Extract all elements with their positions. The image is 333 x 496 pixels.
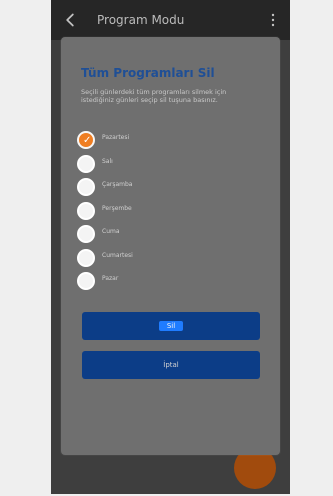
day-label: Cuma bbox=[102, 228, 120, 235]
day-item-pazar[interactable]: Pazar bbox=[77, 272, 267, 296]
day-label: Pazartesi bbox=[102, 134, 130, 141]
delete-button[interactable]: Sil bbox=[82, 312, 260, 340]
radio-button[interactable] bbox=[77, 201, 95, 220]
day-label: Pazar bbox=[102, 275, 119, 282]
day-list: ✓ Pazartesi Salı Çarşamba Perşembe Cuma … bbox=[77, 131, 267, 296]
radio-button[interactable] bbox=[77, 272, 95, 290]
radio-button[interactable] bbox=[77, 154, 95, 173]
radio-button-selected[interactable]: ✓ bbox=[77, 131, 95, 149]
day-item-sali[interactable]: Salı bbox=[77, 154, 267, 179]
day-label: Çarşamba bbox=[102, 181, 133, 188]
dialog-description: Seçili günlerdeki tüm programları silmek… bbox=[81, 88, 227, 104]
day-label: Perşembe bbox=[102, 204, 132, 212]
dialog-title: Tüm Programları Sil bbox=[81, 66, 215, 80]
radio-button[interactable] bbox=[77, 248, 95, 267]
cancel-button[interactable]: İptal bbox=[82, 351, 260, 379]
radio-button[interactable] bbox=[77, 178, 95, 196]
day-item-cumartesi[interactable]: Cumartesi bbox=[77, 248, 267, 273]
day-item-pazartesi[interactable]: ✓ Pazartesi bbox=[77, 131, 267, 155]
check-icon: ✓ bbox=[83, 135, 92, 146]
screen: Program Modu Tüm Programları Sil Seçili … bbox=[0, 0, 333, 496]
day-label: Cumartesi bbox=[102, 251, 133, 259]
delete-button-label: Sil bbox=[159, 321, 183, 331]
day-label: Salı bbox=[102, 157, 113, 165]
radio-button[interactable] bbox=[77, 225, 95, 243]
day-item-carsamba[interactable]: Çarşamba bbox=[77, 178, 267, 202]
day-item-cuma[interactable]: Cuma bbox=[77, 225, 267, 249]
delete-programs-dialog: Tüm Programları Sil Seçili günlerdeki tü… bbox=[61, 37, 280, 455]
phone-screen: Program Modu Tüm Programları Sil Seçili … bbox=[51, 0, 290, 494]
day-item-persembe[interactable]: Perşembe bbox=[77, 201, 267, 226]
